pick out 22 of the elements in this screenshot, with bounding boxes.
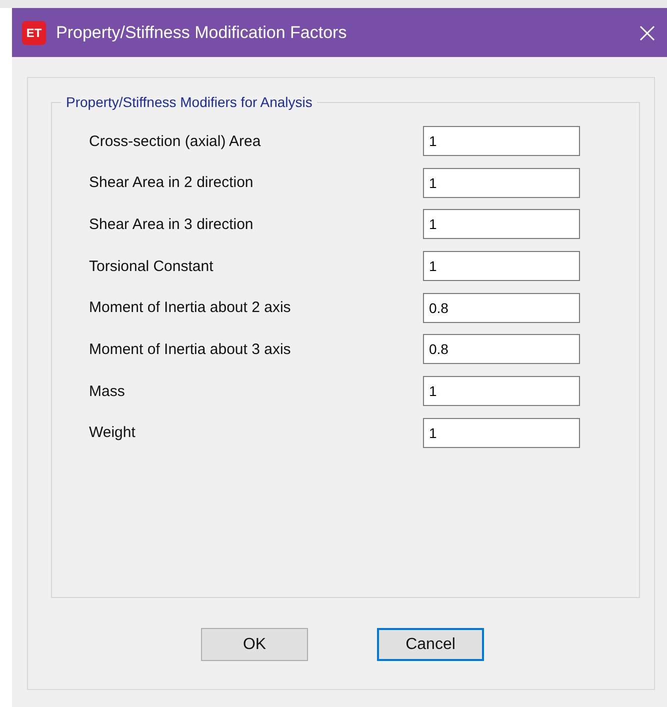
field-label: Torsional Constant — [89, 258, 214, 275]
field-label: Shear Area in 3 direction — [89, 216, 254, 233]
field-label: Moment of Inertia about 3 axis — [89, 340, 292, 358]
field-label: Mass — [89, 382, 126, 400]
window-title: Property/Stiffness Modification Factors — [56, 22, 348, 42]
group-title: Property/Stiffness Modifiers for Analysis — [61, 94, 318, 110]
input-field[interactable]: 1 — [423, 168, 580, 198]
input-field[interactable]: 1 — [423, 251, 580, 282]
field-label: Cross-section (axial) Area — [89, 132, 262, 150]
app-icon: ET — [22, 20, 46, 44]
input-field[interactable]: 1 — [423, 126, 580, 156]
input-field[interactable]: 1 — [423, 209, 580, 240]
field-label: Shear Area in 2 direction — [89, 174, 254, 192]
input-field[interactable]: 1 — [423, 418, 580, 448]
cancel-button[interactable]: Cancel — [377, 628, 484, 661]
field-label: Weight — [89, 424, 136, 442]
input-field[interactable]: 1 — [423, 376, 580, 406]
ok-button[interactable]: OK — [201, 628, 308, 661]
input-field[interactable]: 0.8 — [423, 292, 580, 323]
field-label: Moment of Inertia about 2 axis — [89, 299, 292, 316]
input-field[interactable]: 0.8 — [423, 334, 580, 364]
close-button[interactable]: × — [630, 18, 665, 46]
